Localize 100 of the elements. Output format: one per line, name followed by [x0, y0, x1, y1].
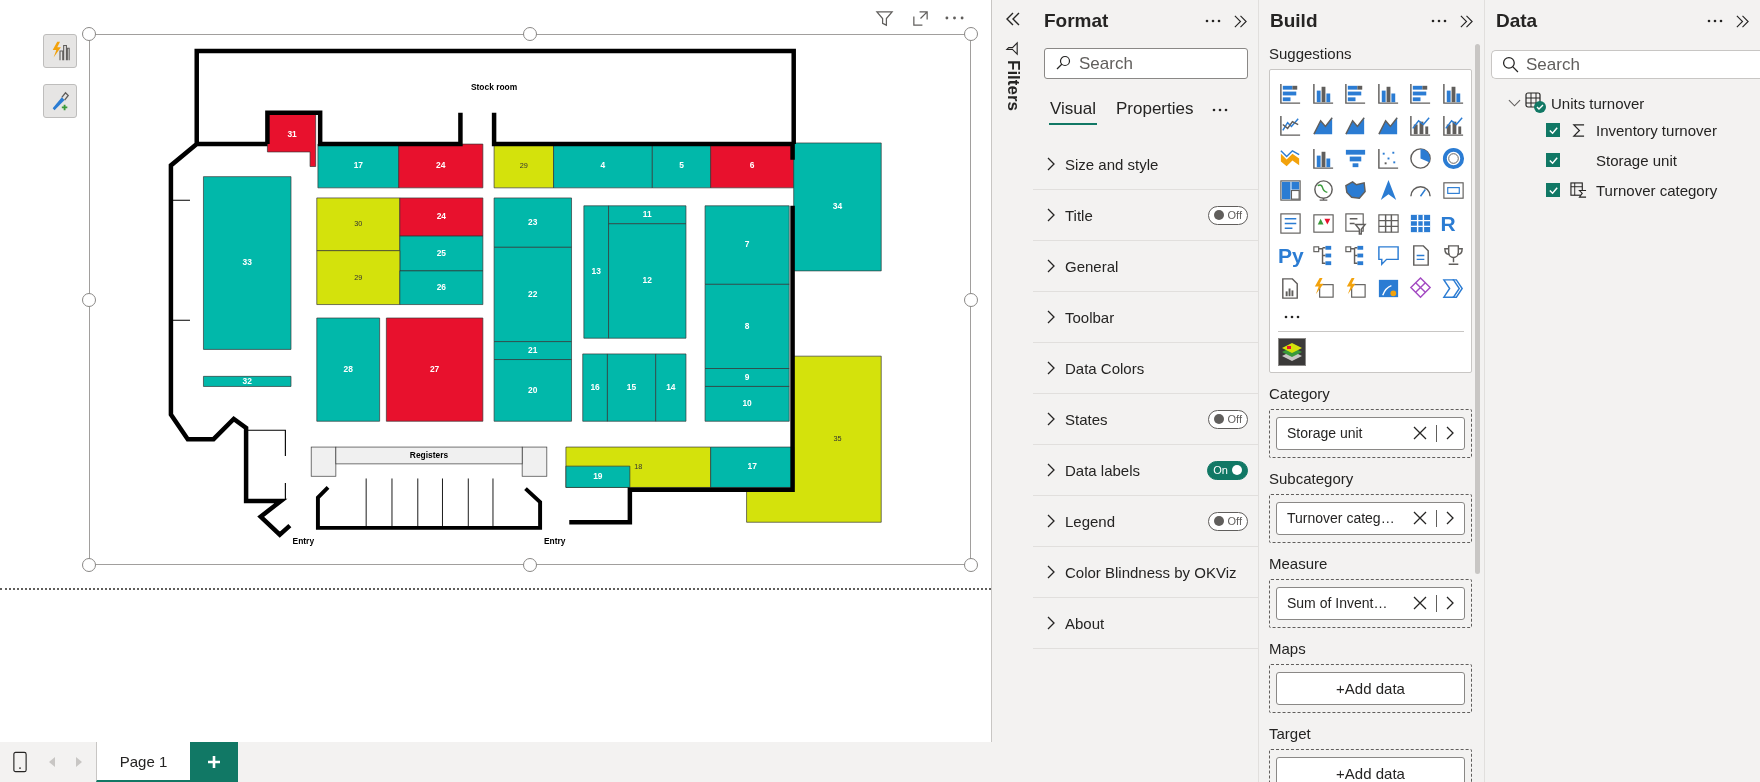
unit-label: 31	[287, 129, 297, 140]
filter-icon[interactable]	[875, 9, 894, 28]
more-options-icon[interactable]	[1205, 19, 1221, 23]
unit-label: 13	[591, 266, 601, 277]
checkbox[interactable]	[1546, 183, 1560, 197]
field-pill[interactable]: Turnover categ…	[1276, 501, 1465, 535]
visual-frame[interactable]: 31 17 24 29 4 5 6 34 33 30 24 25 29 26 23 22 21 20 13 11 12 7 8 9 10 28 27 16 15 14 32 35 18 19 17 Stock room Registers Entry Entry	[89, 34, 971, 565]
field-pill[interactable]: Sum of Invent…	[1276, 586, 1465, 620]
unit-label: 8	[744, 320, 750, 331]
collapse-icon[interactable]	[1004, 11, 1021, 27]
format-tab[interactable]: Properties	[1115, 95, 1195, 125]
phone-icon[interactable]	[13, 751, 27, 773]
resize-handle[interactable]	[964, 558, 978, 572]
pane-title: Format	[1044, 10, 1110, 32]
search-field[interactable]: Search	[1044, 48, 1248, 79]
more-options-icon[interactable]	[1707, 19, 1723, 23]
resize-handle[interactable]	[523, 558, 537, 572]
brush-plus-icon[interactable]	[43, 84, 77, 118]
unit-label: 29	[354, 272, 363, 282]
resize-handle[interactable]	[964, 27, 978, 41]
section-label: Color Blindness by OKViz	[1065, 563, 1238, 581]
chevron-icon	[1047, 514, 1055, 528]
chart-bolt-icon[interactable]	[43, 34, 77, 68]
expand-icon[interactable]	[1233, 13, 1248, 29]
toggle-switch[interactable]: Off	[1207, 511, 1248, 531]
unit-label: 27	[429, 363, 440, 374]
resize-handle[interactable]	[964, 292, 978, 307]
table-icon	[1525, 92, 1547, 114]
field-name[interactable]: Inventory turnover	[1596, 121, 1717, 139]
field-pill[interactable]: Storage unit	[1276, 416, 1465, 450]
unit-label: 28	[343, 363, 353, 374]
format-section[interactable]: Legend Off	[1033, 496, 1258, 547]
slicer-icon[interactable]	[1343, 210, 1368, 236]
format-section[interactable]: States Off	[1033, 394, 1258, 445]
field-name[interactable]: Storage unit	[1596, 151, 1677, 169]
more-options-icon[interactable]	[1212, 108, 1229, 112]
expand-icon[interactable]	[1459, 13, 1474, 29]
checkbox[interactable]	[1546, 153, 1560, 167]
unit-label: 4	[600, 160, 606, 171]
combo-chart-icon[interactable]	[1408, 113, 1433, 139]
unit-label: 33	[242, 257, 252, 268]
format-section[interactable]: Toolbar	[1033, 292, 1258, 343]
toggle-switch[interactable]: Off	[1207, 409, 1248, 429]
unit-label: 6	[749, 160, 755, 171]
format-section[interactable]: Data Colors	[1033, 343, 1258, 394]
checkbox[interactable]	[1546, 123, 1560, 137]
unit-label: 18	[634, 462, 643, 472]
calculated-column-icon	[1569, 181, 1587, 199]
unit-label: 17	[353, 160, 363, 171]
toggle-switch[interactable]: On	[1207, 460, 1248, 480]
page-tab[interactable]: Page 1	[96, 742, 190, 782]
remove-icon[interactable]	[1413, 596, 1427, 610]
remove-icon[interactable]	[1413, 426, 1427, 440]
format-section[interactable]: Color Blindness by OKViz	[1033, 547, 1258, 598]
more-options-icon[interactable]	[1431, 19, 1447, 23]
more-visuals-icon[interactable]	[1284, 314, 1300, 319]
unit-label: 24	[436, 160, 446, 171]
focus-mode-icon[interactable]	[911, 9, 930, 28]
search-field[interactable]: Search	[1491, 50, 1760, 79]
unit-label: 16	[590, 381, 600, 392]
add-data-button[interactable]: +Add data	[1276, 756, 1465, 782]
treemap-icon[interactable]	[1278, 178, 1303, 204]
format-section[interactable]: Data labels On	[1033, 445, 1258, 496]
pie-chart-icon[interactable]	[1408, 145, 1433, 171]
resize-handle[interactable]	[523, 27, 537, 41]
script-visual-icon[interactable]: R	[1440, 210, 1473, 236]
field-name[interactable]: Turnover category	[1596, 181, 1718, 199]
section-label: Legend	[1065, 512, 1117, 530]
expand-icon[interactable]	[1735, 13, 1750, 29]
chevron-icon[interactable]	[1446, 511, 1454, 525]
filters-label: Filters	[1002, 60, 1023, 112]
suggestions-label: Suggestions	[1269, 45, 1353, 62]
toggle-switch[interactable]: Off	[1207, 205, 1248, 225]
add-data-button[interactable]: +Add data	[1276, 671, 1465, 705]
chevron-icon[interactable]	[1446, 596, 1454, 610]
format-section[interactable]: Size and style	[1033, 139, 1258, 190]
remove-icon[interactable]	[1413, 511, 1427, 525]
format-section[interactable]: About	[1033, 598, 1258, 649]
unit-label: 22	[528, 288, 538, 299]
script-visual-icon[interactable]: Py	[1278, 243, 1311, 269]
chevron-icon	[1047, 412, 1055, 426]
diamond-icon[interactable]	[1408, 275, 1433, 301]
multi-row-card-icon[interactable]	[1278, 210, 1303, 236]
line-chart-icon[interactable]	[1278, 113, 1303, 139]
chevron-icon	[1047, 259, 1055, 273]
resize-handle[interactable]	[82, 292, 96, 307]
combo-chart-icon[interactable]	[1440, 113, 1466, 139]
resize-handle[interactable]	[82, 558, 96, 572]
chevron-icon	[1047, 616, 1055, 630]
more-options-icon[interactable]	[945, 15, 964, 21]
layers-icon[interactable]	[1278, 337, 1306, 366]
format-section[interactable]: General	[1033, 241, 1258, 292]
resize-handle[interactable]	[82, 27, 96, 41]
unit-label: 17	[747, 461, 757, 472]
chevron-icon[interactable]	[1446, 426, 1454, 440]
table-name[interactable]: Units turnover	[1551, 94, 1645, 112]
format-tab[interactable]: Visual	[1049, 95, 1097, 125]
donut-chart-icon[interactable]	[1440, 145, 1466, 171]
add-page-button[interactable]	[190, 742, 238, 782]
format-section[interactable]: Title Off	[1033, 190, 1258, 241]
